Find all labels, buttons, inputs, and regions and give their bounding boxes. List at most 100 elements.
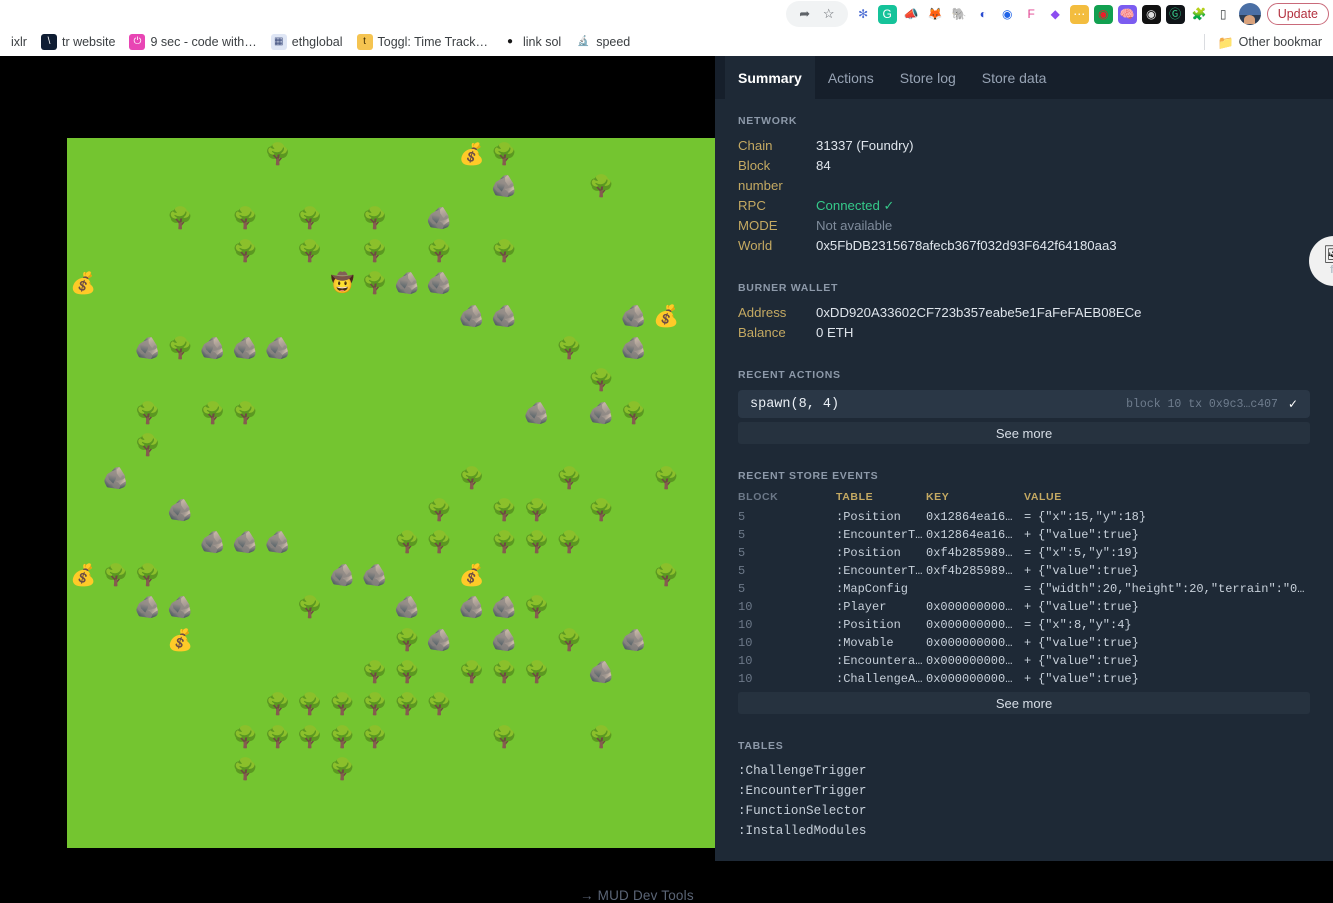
empty-cell[interactable] xyxy=(585,300,617,332)
empty-cell[interactable] xyxy=(391,753,423,785)
empty-cell[interactable] xyxy=(423,591,455,623)
table-list-item[interactable]: :EncounterTrigger xyxy=(738,781,1310,801)
empty-cell[interactable] xyxy=(585,138,617,170)
empty-cell[interactable] xyxy=(99,397,131,429)
empty-cell[interactable] xyxy=(197,300,229,332)
empty-cell[interactable] xyxy=(294,397,326,429)
terrain-cell[interactable]: 🪨 xyxy=(456,300,488,332)
empty-cell[interactable] xyxy=(67,462,99,494)
empty-cell[interactable] xyxy=(359,527,391,559)
terrain-cell[interactable]: 💰 xyxy=(456,559,488,591)
empty-cell[interactable] xyxy=(294,559,326,591)
terrain-cell[interactable]: 🌳 xyxy=(294,689,326,721)
empty-cell[interactable] xyxy=(553,203,585,235)
empty-cell[interactable] xyxy=(294,365,326,397)
empty-cell[interactable] xyxy=(456,527,488,559)
empty-cell[interactable] xyxy=(553,721,585,753)
empty-cell[interactable] xyxy=(99,170,131,202)
extension-icon-megaphone[interactable]: 📣 xyxy=(901,4,921,24)
terrain-cell[interactable]: 🌳 xyxy=(488,494,520,526)
empty-cell[interactable] xyxy=(197,624,229,656)
bookmark-item[interactable]: ● link sol xyxy=(495,31,568,53)
terrain-cell[interactable]: 🌳 xyxy=(391,527,423,559)
empty-cell[interactable] xyxy=(488,397,520,429)
store-event-row[interactable]: 10:Position 0x000000000… = {"x":8,"y":4} xyxy=(738,616,1310,634)
empty-cell[interactable] xyxy=(618,365,650,397)
game-map[interactable]: 🌳 💰 🌳 🪨 🌳 🌳 🌳 🌳 🌳 🪨 🌳 🌳 🌳 🌳 🌳 💰 🤠 🌳 🪨 🪨 🪨 🪨 🪨 💰 🪨 🌳 🪨 🪨 🪨 🌳 🪨 🌳 🌳 🌳 🌳 🪨 🪨 🌳 🌳 🪨… xyxy=(67,138,715,848)
empty-cell[interactable] xyxy=(682,300,714,332)
terrain-cell[interactable]: 🌳 xyxy=(650,462,682,494)
table-list-item[interactable]: :InstalledModules xyxy=(738,821,1310,841)
update-button[interactable]: Update xyxy=(1266,3,1329,25)
empty-cell[interactable] xyxy=(132,624,164,656)
empty-cell[interactable] xyxy=(650,656,682,688)
empty-cell[interactable] xyxy=(229,365,261,397)
empty-cell[interactable] xyxy=(294,332,326,364)
extension-icon-grammarly[interactable]: G xyxy=(877,4,897,24)
empty-cell[interactable] xyxy=(650,624,682,656)
empty-cell[interactable] xyxy=(67,365,99,397)
recent-actions-see-more-button[interactable]: See more xyxy=(738,422,1310,444)
empty-cell[interactable] xyxy=(326,235,358,267)
empty-cell[interactable] xyxy=(585,462,617,494)
empty-cell[interactable] xyxy=(520,170,552,202)
store-event-row[interactable]: 5:Position 0xf4b285989… = {"x":5,"y":19} xyxy=(738,544,1310,562)
empty-cell[interactable] xyxy=(164,689,196,721)
extension-icon-opera-wallet[interactable]: ◐ xyxy=(973,4,993,24)
empty-cell[interactable] xyxy=(553,138,585,170)
empty-cell[interactable] xyxy=(391,494,423,526)
empty-cell[interactable] xyxy=(391,462,423,494)
empty-cell[interactable] xyxy=(423,721,455,753)
empty-cell[interactable] xyxy=(261,462,293,494)
empty-cell[interactable] xyxy=(585,559,617,591)
terrain-cell[interactable]: 🌳 xyxy=(520,527,552,559)
empty-cell[interactable] xyxy=(326,332,358,364)
empty-cell[interactable] xyxy=(520,624,552,656)
empty-cell[interactable] xyxy=(359,300,391,332)
empty-cell[interactable] xyxy=(164,365,196,397)
empty-cell[interactable] xyxy=(132,656,164,688)
empty-cell[interactable] xyxy=(456,494,488,526)
empty-cell[interactable] xyxy=(164,462,196,494)
empty-cell[interactable] xyxy=(553,268,585,300)
empty-cell[interactable] xyxy=(229,591,261,623)
empty-cell[interactable] xyxy=(682,365,714,397)
terrain-cell[interactable]: 🪨 xyxy=(391,268,423,300)
empty-cell[interactable] xyxy=(99,624,131,656)
empty-cell[interactable] xyxy=(682,138,714,170)
terrain-cell[interactable]: 🌳 xyxy=(294,721,326,753)
empty-cell[interactable] xyxy=(585,591,617,623)
empty-cell[interactable] xyxy=(197,203,229,235)
empty-cell[interactable] xyxy=(650,753,682,785)
terrain-cell[interactable]: 🌳 xyxy=(261,138,293,170)
empty-cell[interactable] xyxy=(618,170,650,202)
empty-cell[interactable] xyxy=(294,430,326,462)
empty-cell[interactable] xyxy=(99,527,131,559)
empty-cell[interactable] xyxy=(423,559,455,591)
empty-cell[interactable] xyxy=(67,203,99,235)
empty-cell[interactable] xyxy=(520,559,552,591)
player-token[interactable]: 🤠 xyxy=(326,268,358,300)
empty-cell[interactable] xyxy=(618,689,650,721)
terrain-cell[interactable]: 💰 xyxy=(67,559,99,591)
empty-cell[interactable] xyxy=(197,462,229,494)
extension-icon-puzzle[interactable]: 🧩 xyxy=(1189,4,1209,24)
empty-cell[interactable] xyxy=(67,753,99,785)
store-event-row[interactable]: 5:Position 0x12864ea16… = {"x":15,"y":18} xyxy=(738,508,1310,526)
empty-cell[interactable] xyxy=(261,300,293,332)
empty-cell[interactable] xyxy=(391,397,423,429)
terrain-cell[interactable]: 💰 xyxy=(650,300,682,332)
empty-cell[interactable] xyxy=(326,527,358,559)
terrain-cell[interactable]: 🌳 xyxy=(229,753,261,785)
empty-cell[interactable] xyxy=(261,753,293,785)
empty-cell[interactable] xyxy=(99,332,131,364)
terrain-cell[interactable]: 🌳 xyxy=(553,624,585,656)
empty-cell[interactable] xyxy=(326,430,358,462)
empty-cell[interactable] xyxy=(99,235,131,267)
empty-cell[interactable] xyxy=(456,753,488,785)
empty-cell[interactable] xyxy=(618,559,650,591)
empty-cell[interactable] xyxy=(67,235,99,267)
empty-cell[interactable] xyxy=(359,397,391,429)
terrain-cell[interactable]: 🌳 xyxy=(650,559,682,591)
empty-cell[interactable] xyxy=(585,430,617,462)
